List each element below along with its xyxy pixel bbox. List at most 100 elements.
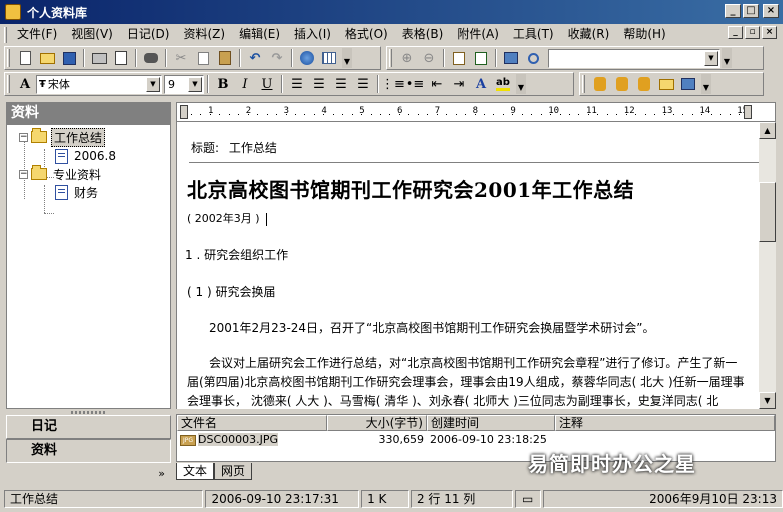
align-center-button[interactable]: ☰	[308, 74, 330, 94]
add-button[interactable]: ⊕	[396, 48, 418, 68]
paste-button[interactable]	[214, 48, 236, 68]
maximize-button[interactable]: □	[743, 4, 759, 18]
table-row[interactable]: JPG DSC00003.JPG 330,659 2006-09-10 23:18…	[177, 432, 775, 448]
align-left-button[interactable]: ☰	[286, 74, 308, 94]
menu-file[interactable]: 文件(F)	[10, 25, 64, 44]
menu-attachment[interactable]: 附件(A)	[450, 25, 506, 44]
justify-icon: ☰	[357, 76, 369, 92]
add-item-button[interactable]	[589, 74, 611, 94]
doc-restore-button[interactable]: ▫	[745, 26, 760, 39]
open-folder-button[interactable]	[655, 74, 677, 94]
toolbar-overflow-chevron[interactable]: ▼	[722, 48, 732, 68]
nav-button-material[interactable]: 资料	[6, 439, 171, 463]
menu-material[interactable]: 资料(Z)	[176, 25, 232, 44]
justify-button[interactable]: ☰	[352, 74, 374, 94]
status-book-icon[interactable]: ▭	[514, 490, 541, 508]
menu-table[interactable]: 表格(B)	[395, 25, 451, 44]
search-combo[interactable]: ▼	[548, 48, 720, 68]
menu-help[interactable]: 帮助(H)	[616, 25, 672, 44]
close-button[interactable]: ×	[763, 4, 779, 18]
toolbar-grip[interactable]	[7, 49, 10, 67]
menu-diary[interactable]: 日记(D)	[120, 25, 177, 44]
toolbar-grip[interactable]	[582, 75, 585, 93]
tab-text[interactable]: 文本	[176, 463, 215, 480]
doc-title-value[interactable]: 工作总结	[229, 141, 277, 155]
right-indent-marker[interactable]	[744, 105, 752, 119]
menu-favorites[interactable]: 收藏(R)	[561, 25, 617, 44]
collapse-icon[interactable]: −	[19, 169, 28, 179]
minimize-button[interactable]: _	[725, 4, 741, 18]
doc-minimize-button[interactable]: _	[728, 26, 743, 39]
remove-button[interactable]: ⊖	[418, 48, 440, 68]
check-note-button[interactable]	[470, 48, 492, 68]
font-name-combo[interactable]: Ŧ 宋体 ▼	[36, 74, 162, 94]
open-button[interactable]	[36, 48, 58, 68]
editor-vertical-scrollbar[interactable]: ▲ ▼	[759, 122, 776, 409]
undo-button[interactable]: ↶	[244, 48, 266, 68]
scroll-down-icon[interactable]: ▼	[759, 392, 776, 409]
align-right-button[interactable]: ☰	[330, 74, 352, 94]
col-header-created[interactable]: 创建时间	[427, 415, 555, 431]
copy-button[interactable]	[192, 48, 214, 68]
new-button[interactable]	[14, 48, 36, 68]
tree-item-work-summary[interactable]: − 工作总结	[19, 127, 106, 147]
toolbar-overflow-chevron[interactable]: ▼	[701, 74, 711, 94]
nav-button-diary[interactable]: 日记	[6, 415, 171, 439]
bold-button[interactable]: B	[212, 74, 234, 94]
tree-item-finance[interactable]: 财务	[55, 183, 100, 201]
tab-web[interactable]: 网页	[214, 463, 253, 480]
cut-button[interactable]: ✂	[170, 48, 192, 68]
col-header-note[interactable]: 注释	[555, 415, 775, 431]
decrease-indent-button[interactable]: ⇤	[426, 74, 448, 94]
bullet-list-button[interactable]: •≡	[404, 74, 426, 94]
redo-button[interactable]: ↷	[266, 48, 288, 68]
ruler[interactable]: 1 2 3 4 5 6 7 8 9 10 11 12 13 14 15	[176, 102, 776, 122]
underline-button[interactable]: U	[256, 74, 278, 94]
menu-view[interactable]: 视图(V)	[64, 25, 120, 44]
chevron-down-icon[interactable]: ▼	[704, 50, 718, 66]
menu-tools[interactable]: 工具(T)	[506, 25, 561, 44]
toolbar-grip[interactable]	[389, 49, 392, 67]
print-button[interactable]	[88, 48, 110, 68]
toolbar-overflow-chevron[interactable]: ▼	[516, 74, 526, 94]
app-icon[interactable]	[5, 4, 21, 20]
save-button[interactable]	[58, 48, 80, 68]
tree-item-professional[interactable]: − 专业资料	[19, 165, 103, 183]
left-indent-marker[interactable]	[180, 105, 188, 119]
nav-more-chevron-icon[interactable]: »	[6, 463, 171, 485]
image-button[interactable]	[500, 48, 522, 68]
chevron-down-icon[interactable]: ▼	[146, 76, 160, 92]
col-header-size[interactable]: 大小(字节)	[327, 415, 427, 431]
menubar-grip[interactable]	[4, 26, 7, 43]
toolbar-grip[interactable]	[7, 75, 10, 93]
edit-note-button[interactable]	[448, 48, 470, 68]
font-size-combo[interactable]: 9 ▼	[164, 74, 204, 94]
collapse-icon[interactable]: −	[19, 132, 28, 142]
export-button[interactable]	[677, 74, 699, 94]
insert-table-button[interactable]	[318, 48, 340, 68]
numbered-list-button[interactable]: ⋮≡	[381, 74, 405, 94]
chevron-down-icon[interactable]: ▼	[188, 76, 202, 92]
hyperlink-button[interactable]	[296, 48, 318, 68]
increase-indent-button[interactable]: ⇥	[448, 74, 470, 94]
col-header-filename[interactable]: 文件名	[177, 415, 327, 431]
scroll-up-icon[interactable]: ▲	[759, 122, 776, 139]
font-color-a-button[interactable]: A	[14, 74, 36, 94]
search-button[interactable]	[522, 48, 544, 68]
menu-format[interactable]: 格式(O)	[338, 25, 395, 44]
delete-item-button[interactable]	[611, 74, 633, 94]
highlight-button[interactable]: ab	[492, 74, 514, 94]
standard-toolbar: ✂ ↶ ↷ ▼	[4, 46, 381, 70]
database-button[interactable]	[633, 74, 655, 94]
scroll-thumb[interactable]	[759, 182, 776, 242]
toolbar-overflow-chevron[interactable]: ▼	[342, 48, 352, 68]
document-editor[interactable]: 标题: 工作总结 北京高校图书馆期刊工作研究会2001年工作总结 ( 2002年…	[176, 122, 759, 409]
print-preview-button[interactable]	[110, 48, 132, 68]
menu-insert[interactable]: 插入(I)	[287, 25, 338, 44]
tree-item-2006-8[interactable]: 2006.8	[55, 147, 118, 165]
find-button[interactable]	[140, 48, 162, 68]
menu-edit[interactable]: 编辑(E)	[232, 25, 287, 44]
doc-close-button[interactable]: ×	[762, 26, 777, 39]
italic-button[interactable]: I	[234, 74, 256, 94]
font-color-button[interactable]: A	[470, 74, 492, 94]
